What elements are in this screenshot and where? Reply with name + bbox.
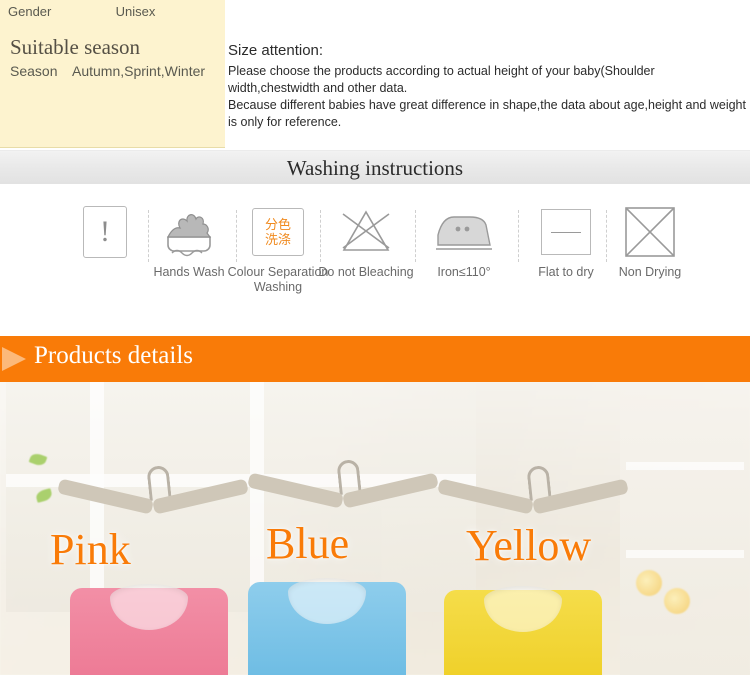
product-info-area: Gender Unisex Suitable season Season Aut… [0, 0, 750, 150]
washing-instructions-title: Washing instructions [286, 156, 464, 180]
color-label-blue: Blue [266, 519, 350, 568]
arrow-right-icon [2, 347, 26, 371]
spec-key: Gender [8, 3, 52, 19]
season-value: Autumn,Sprint,Winter [72, 63, 206, 80]
non-drying-svg [625, 207, 675, 257]
flower-decor [664, 588, 690, 614]
shelf-rail [626, 550, 744, 558]
color-label-yellow: Yellow [466, 521, 592, 570]
color-label-pink: Pink [50, 525, 131, 574]
size-attention-line-2: Because different babies have great diff… [228, 98, 746, 129]
wash-item-caption: Iron≤110° [437, 265, 491, 279]
non-drying-icon [596, 204, 704, 260]
washing-icon-row: ! Hands Wash 分色 洗涤 Colour Separation Was… [0, 184, 750, 336]
shelf-rail [626, 462, 744, 470]
do-not-bleach-icon [312, 204, 420, 260]
products-details-banner: Products details [0, 336, 750, 382]
iron-icon [410, 204, 518, 260]
hanger-bar [437, 478, 534, 515]
product-photo: Pink Blue Yellow [0, 382, 750, 675]
exclamation-glyph: ! [83, 206, 127, 258]
shelf-unit [620, 382, 750, 675]
season-title: Suitable season [10, 35, 141, 59]
iron-svg [436, 216, 492, 250]
hanger-bar [57, 478, 154, 515]
wash-item-iron: Iron≤110° [410, 204, 518, 280]
flower-decor [636, 570, 662, 596]
do-not-bleach-svg [342, 210, 390, 251]
wash-item-caption: Non Drying [618, 265, 682, 279]
wash-item-caption: Do not Bleaching [318, 265, 414, 279]
season-key: Season [10, 63, 58, 80]
cn-line-2: 洗涤 [264, 232, 291, 247]
wash-item-no-bleach: Do not Bleaching [312, 204, 420, 280]
spec-row: Gender Unisex [0, 0, 225, 22]
products-details-label: Products details [34, 342, 194, 369]
washing-instructions-banner: Washing instructions [0, 150, 750, 184]
spec-value: Unisex [115, 3, 156, 19]
spec-panel: Gender Unisex Suitable season Season Aut… [0, 0, 225, 148]
size-attention-line-1: Please choose the products according to … [228, 64, 655, 95]
season-row: Season Autumn,Sprint,Winter [0, 63, 225, 79]
wash-item-non-drying: Non Drying [596, 204, 704, 280]
hanger-bar [247, 472, 344, 509]
shirt-pink [56, 578, 242, 675]
shirt-yellow [430, 580, 616, 675]
cn-line-1: 分色 [264, 217, 291, 232]
hand-wash-svg [167, 214, 212, 257]
size-attention-block: Size attention: Please choose the produc… [228, 42, 748, 131]
shirt-blue [234, 572, 420, 675]
size-attention-title: Size attention: [228, 42, 324, 59]
